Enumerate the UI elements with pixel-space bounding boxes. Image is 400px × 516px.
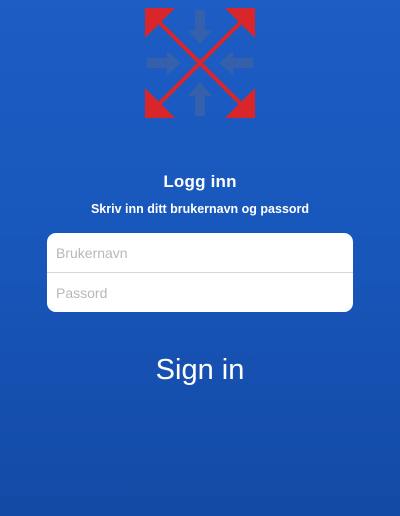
arrows-cross-logo-icon: [145, 8, 255, 118]
app-logo: [145, 8, 255, 118]
login-subtitle: Skriv inn ditt brukernavn og passord: [90, 202, 310, 216]
password-input[interactable]: [47, 273, 353, 312]
sign-in-button[interactable]: Sign in: [100, 348, 300, 392]
username-input[interactable]: [47, 233, 353, 272]
login-form: [47, 233, 353, 312]
login-title: Logg inn: [163, 172, 237, 191]
